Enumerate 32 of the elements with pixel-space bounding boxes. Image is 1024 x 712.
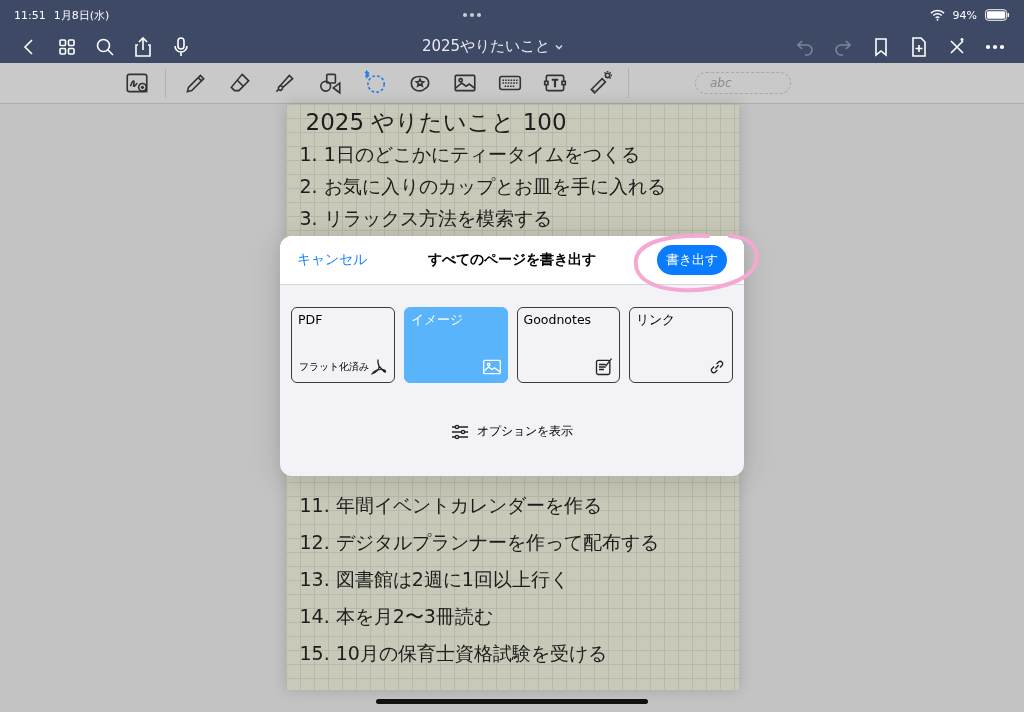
option-label: PDF [298,312,323,327]
battery-icon [985,9,1010,21]
handwritten-line: 1. 1日のどこかにティータイムをつくる [299,142,640,167]
document-title[interactable]: 2025やりたいこと [421,37,551,56]
handwritten-line: 11. 年間イベントカレンダーを作る [299,493,602,518]
notebook-icon [594,357,615,377]
option-label: Goodnotes [523,312,592,327]
show-options-link[interactable]: オプションを表示 [477,423,573,440]
pdf-icon [368,357,389,377]
export-button[interactable]: 書き出す [657,245,727,275]
handwritten-title: 2025 やりたいこと 100 [305,108,567,137]
handwritten-line: 3. リラックス方法を模索する [299,206,552,231]
handwritten-line: 2. お気に入りのカップとお皿を手に入れる [299,174,666,199]
battery-percent: 94% [952,8,977,22]
handwritten-line: 12. デジタルプランナーを作って配布する [299,530,659,555]
status-time: 11:51 [14,8,46,22]
option-sublabel: フラット化済み [299,360,369,374]
handwritten-line: 15. 10月の保育士資格試験を受ける [299,641,607,666]
multitasking-icon[interactable] [462,13,481,17]
cancel-button[interactable]: キャンセル [297,251,367,269]
option-label: リンク [636,312,676,329]
dialog-title: すべてのページを書き出す [428,251,596,267]
status-date: 1月8日(水) [53,7,110,23]
wifi-icon [929,9,945,21]
sliders-icon[interactable] [451,423,469,440]
handwritten-line: 14. 本を月2〜3冊読む [299,604,493,629]
image-icon [481,357,502,377]
export-format-option[interactable]: リンク [629,307,733,383]
export-format-option[interactable]: Goodnotes [516,307,621,383]
export-format-option[interactable]: PDF フラット化済み [291,307,395,383]
option-label: イメージ [410,312,463,329]
handwritten-line: 13. 図書館は2週に1回以上行く [299,567,569,592]
